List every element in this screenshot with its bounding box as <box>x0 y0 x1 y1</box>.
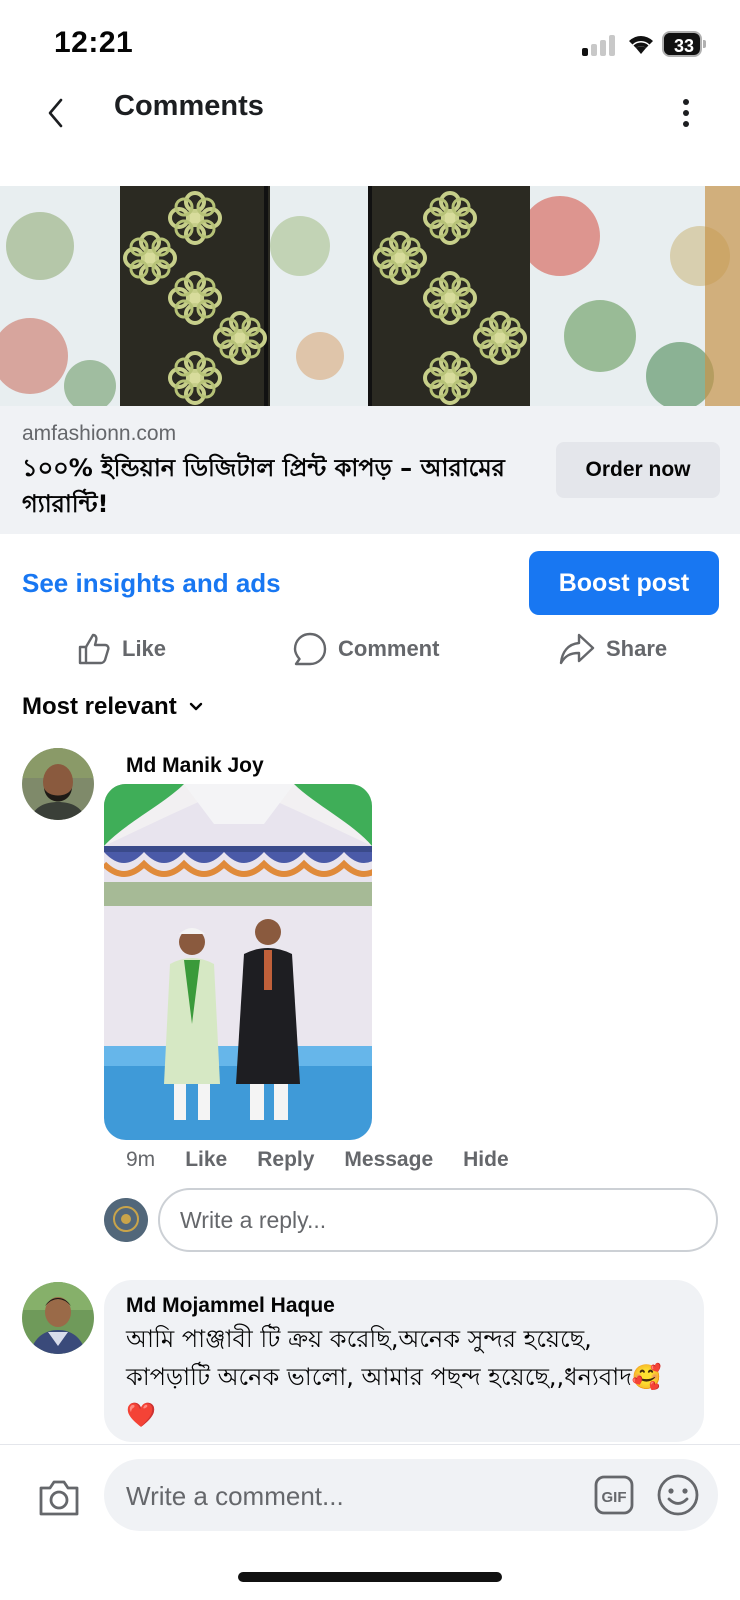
share-label: Share <box>606 636 668 661</box>
chevron-left-icon <box>48 98 63 128</box>
comment-author[interactable]: Md Mojammel Haque <box>126 1294 682 1318</box>
fabric-print-image <box>0 186 740 406</box>
comment-author[interactable]: Md Manik Joy <box>126 754 264 778</box>
page-title: Comments <box>114 90 264 122</box>
avatar[interactable] <box>22 748 94 820</box>
wifi-icon <box>629 36 653 54</box>
comment-time: 9m <box>126 1148 156 1171</box>
comment-label: Comment <box>338 636 440 661</box>
chevron-down-icon <box>189 702 202 711</box>
smiley-icon <box>657 1474 699 1516</box>
comment-bubble-icon <box>293 632 327 666</box>
ad-link-footer[interactable]: amfashionn.com ১০০% ইন্ডিয়ান ডিজিটাল প্… <box>0 406 740 534</box>
comments-header: Comments <box>0 78 740 150</box>
share-button[interactable]: Share <box>558 626 667 672</box>
comment-reply-button[interactable]: Reply <box>257 1148 314 1172</box>
user-avatar-image <box>22 1282 94 1354</box>
page-logo-image <box>104 1198 148 1242</box>
boost-post-button[interactable]: Boost post <box>529 551 719 615</box>
cellular-signal-icon <box>582 34 618 56</box>
page-avatar <box>104 1198 148 1242</box>
comment-message-button[interactable]: Message <box>344 1148 433 1172</box>
back-button[interactable] <box>36 88 76 138</box>
sort-label: Most relevant <box>22 693 177 720</box>
ad-image[interactable] <box>0 186 740 406</box>
user-avatar-image <box>22 748 94 820</box>
gif-label: GIF <box>602 1489 627 1506</box>
like-label: Like <box>122 636 167 661</box>
ad-domain: amfashionn.com <box>22 422 177 445</box>
comment-text: আমি পাঞ্জাবী টি ক্রয় করেছি,অনেক সুন্দর … <box>126 1325 662 1429</box>
battery-icon: 33 <box>662 31 706 57</box>
camera-button[interactable] <box>36 1475 82 1521</box>
like-button[interactable]: Like <box>76 626 166 672</box>
reply-input[interactable]: Write a reply... <box>158 1188 718 1252</box>
emoji-button[interactable] <box>656 1473 700 1517</box>
vertical-dots-icon <box>683 99 689 127</box>
gif-icon: GIF <box>594 1475 634 1515</box>
see-insights-link[interactable]: See insights and ads <box>22 568 281 599</box>
home-indicator[interactable] <box>238 1572 502 1582</box>
gif-button[interactable]: GIF <box>594 1475 634 1515</box>
comment-like-button[interactable]: Like <box>185 1148 227 1172</box>
reply-placeholder: Write a reply... <box>180 1206 327 1233</box>
more-options-button[interactable] <box>664 88 708 138</box>
share-arrow-icon <box>559 633 595 665</box>
comment-input[interactable]: Write a comment... GIF <box>104 1459 718 1531</box>
comment-photo[interactable] <box>104 784 372 1140</box>
ad-headline: ১০০% ইন্ডিয়ান ডিজিটাল প্রিন্ট কাপড় – আ… <box>22 454 505 518</box>
thumbs-up-icon <box>78 633 110 665</box>
comment-bubble[interactable]: Md Mojammel Haque আমি পাঞ্জাবী টি ক্রয় … <box>104 1280 704 1442</box>
camera-icon <box>39 1480 79 1516</box>
avatar[interactable] <box>22 1282 94 1354</box>
order-now-button[interactable]: Order now <box>556 442 720 498</box>
comment-composer: Write a comment... GIF <box>0 1444 740 1554</box>
comment-meta-row: 9m Like Reply Message Hide <box>126 1148 509 1172</box>
comment-button[interactable]: Comment <box>292 626 439 672</box>
comment-placeholder: Write a comment... <box>126 1481 344 1511</box>
comment-hide-button[interactable]: Hide <box>463 1148 509 1172</box>
status-time: 12:21 <box>54 26 134 59</box>
comment-image <box>104 784 372 1140</box>
sort-dropdown[interactable]: Most relevant <box>22 693 203 721</box>
status-bar: 12:21 33 <box>0 0 740 86</box>
battery-level: 33 <box>673 36 695 56</box>
